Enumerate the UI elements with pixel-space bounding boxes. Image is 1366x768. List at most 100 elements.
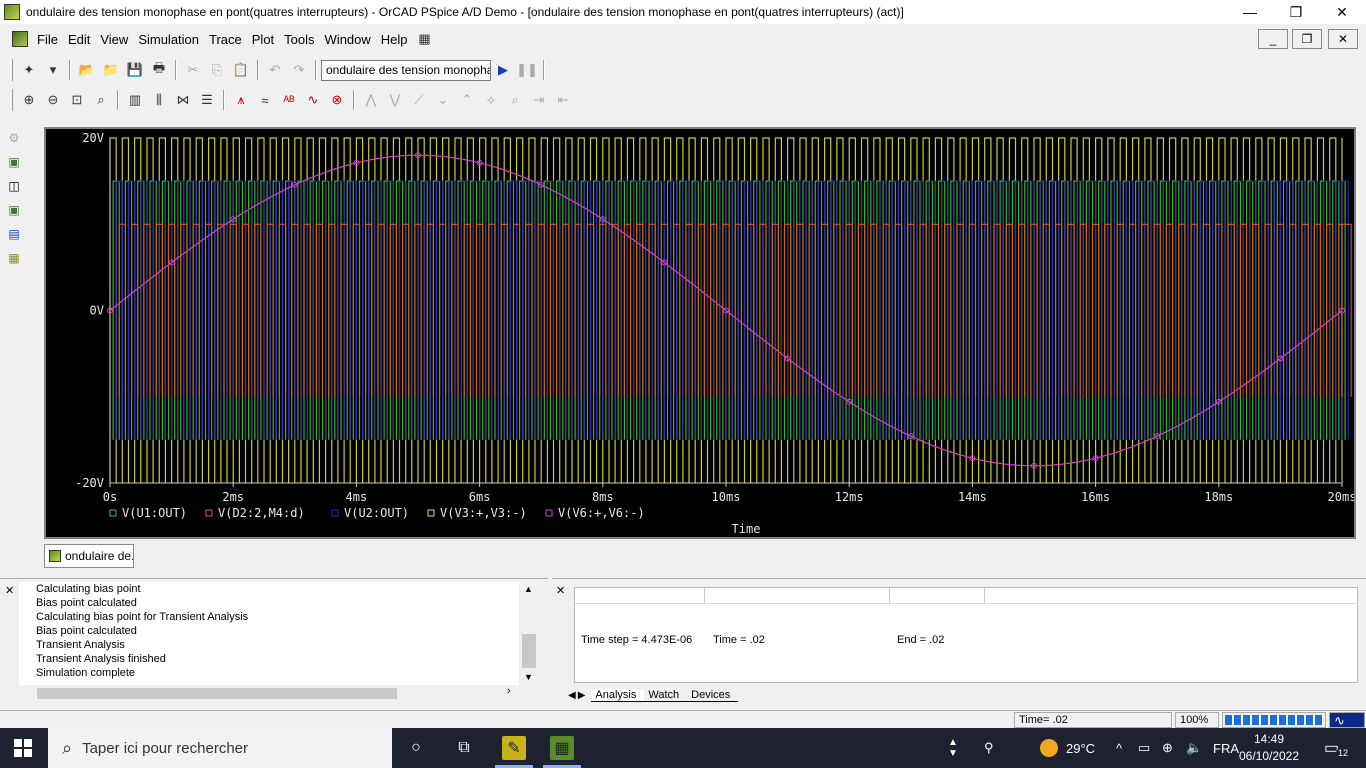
menu-plot[interactable]: Plot [247, 32, 279, 47]
tab-devices[interactable]: Devices [687, 689, 739, 702]
redo-icon[interactable]: ↷ [288, 59, 310, 81]
menu-view[interactable]: View [95, 32, 133, 47]
document-icon[interactable] [12, 31, 28, 47]
people-icon[interactable]: ⚲ [984, 728, 994, 768]
pane-close-icon[interactable]: ✕ [5, 584, 14, 597]
print-icon[interactable]: 🖶 [148, 59, 170, 81]
log-horizontal-scrollbar[interactable]: › [19, 685, 519, 701]
log-x-icon[interactable]: ▥ [124, 89, 146, 111]
capture-app-icon[interactable]: ✎ [502, 736, 526, 760]
pane-close-icon[interactable]: ✕ [556, 584, 565, 597]
schematic-icon[interactable]: ▦ [4, 248, 24, 268]
toolbar-grip[interactable] [10, 89, 13, 111]
scroll-thumb[interactable] [522, 634, 536, 668]
cut-icon[interactable]: ✂ [182, 59, 204, 81]
mdi-close-button[interactable]: ✕ [1328, 29, 1358, 49]
clock[interactable]: 14:49 06/10/2022 [1234, 731, 1304, 765]
save-icon[interactable]: 💾 [124, 59, 146, 81]
open-icon[interactable]: 📂 [76, 59, 98, 81]
text-label-icon[interactable]: ᴬᴮ [278, 89, 300, 111]
legend-marker [205, 509, 213, 517]
zoom-in-icon[interactable]: ⊕ [18, 89, 40, 111]
menu-tools[interactable]: Tools [279, 32, 319, 47]
voltage-marker-icon[interactable]: ▣ [4, 152, 24, 172]
add-trace-icon[interactable]: ⩚ [230, 89, 252, 111]
menu-edit[interactable]: Edit [63, 32, 95, 47]
cursor-min-icon[interactable]: ⌄ [432, 89, 454, 111]
cortana-icon[interactable]: ○ [404, 736, 428, 760]
gear-icon[interactable]: ⚙ [4, 128, 24, 148]
cursor-search-icon[interactable]: ⌕ [504, 89, 526, 111]
zoom-fit-icon[interactable]: ⌕ [90, 89, 112, 111]
menu-help[interactable]: Help [376, 32, 413, 47]
undo-icon[interactable]: ↶ [264, 59, 286, 81]
power-marker-icon[interactable]: ▣ [4, 200, 24, 220]
x-tick-label: 20ms [1328, 490, 1354, 504]
toolbar-grip[interactable] [10, 59, 13, 81]
task-view-icon[interactable]: ⧉ [452, 736, 476, 760]
fourier-icon[interactable]: ⫼ [148, 89, 170, 111]
close-button[interactable]: ✕ [1319, 0, 1365, 24]
next-transition-icon[interactable]: ⇥ [528, 89, 550, 111]
notification-icon[interactable]: ▭ 12 [1324, 728, 1351, 768]
copy-icon[interactable]: ⎘ [206, 59, 228, 81]
battery-icon[interactable]: ▭ [1138, 728, 1150, 768]
log-y-icon[interactable]: ☰ [196, 89, 218, 111]
eval-goal-icon[interactable]: ≈ [254, 89, 276, 111]
volume-icon[interactable]: 🔈 [1186, 728, 1202, 768]
document-tab[interactable]: ondulaire de... [44, 544, 134, 568]
probe-plot-window[interactable]: 20V 0V -20V 0s 2ms 4ms 6ms 8ms 10ms 12ms 14ms 16ms 1… [44, 127, 1356, 539]
whats-this-icon[interactable]: ▦ [414, 28, 436, 50]
current-marker-icon[interactable]: ◫ [4, 176, 24, 196]
tab-analysis[interactable]: Analysis [591, 688, 645, 702]
menu-file[interactable]: File [32, 32, 63, 47]
cursor-slope-icon[interactable]: ⟋ [408, 89, 430, 111]
simulation-profile-select[interactable]: ondulaire des tension monophase [321, 59, 491, 81]
scroll-right-icon[interactable]: › [507, 685, 511, 697]
tab-next-icon[interactable]: ▶ [578, 690, 586, 701]
cursor-max-icon[interactable]: ⌃ [456, 89, 478, 111]
run-icon[interactable]: ▶ [492, 59, 514, 81]
zoom-out-icon[interactable]: ⊖ [42, 89, 64, 111]
windows-start-icon[interactable] [14, 739, 32, 757]
toggle-cursor-icon[interactable]: ⊗ [326, 89, 348, 111]
scroll-up-icon[interactable]: ▲ [524, 584, 533, 594]
open-folder-icon[interactable]: 📁 [100, 59, 122, 81]
previous-transition-icon[interactable]: ⇤ [552, 89, 574, 111]
show-hidden-icons[interactable]: ^ [1116, 728, 1122, 768]
plot-canvas[interactable]: 20V 0V -20V0s 2ms 4ms 6ms 8ms 10ms 12ms 14ms 16ms 1… [46, 129, 1354, 537]
mdi-restore-button[interactable]: ❐ [1292, 29, 1322, 49]
mdi-minimize-button[interactable]: _ [1258, 29, 1288, 49]
left-toolbar: ⚙ ▣ ◫ ▣ ▤ ▦ [0, 126, 28, 546]
zoom-area-icon[interactable]: ⊡ [66, 89, 88, 111]
paste-icon[interactable]: 📋 [230, 59, 252, 81]
dropdown-arrow-icon[interactable]: ▾ [42, 59, 64, 81]
scroll-thumb[interactable] [37, 688, 397, 699]
new-icon[interactable]: ✦ [18, 59, 40, 81]
scroll-down-icon[interactable]: ▼ [524, 672, 533, 682]
log-vertical-scrollbar[interactable]: ▲ ▼ [520, 582, 538, 686]
app-icon [4, 4, 20, 20]
cursor-peak-icon[interactable]: ⋀ [360, 89, 382, 111]
tab-watch[interactable]: Watch [644, 689, 688, 702]
cursor-point-icon[interactable]: ⟡ [480, 89, 502, 111]
menu-window[interactable]: Window [320, 32, 376, 47]
log-line: Simulation complete [36, 667, 136, 679]
legend-label: V(V3:+,V3:-) [440, 506, 527, 520]
menu-simulation[interactable]: Simulation [133, 32, 204, 47]
pspice-app-icon[interactable]: ▦ [550, 736, 574, 760]
cursor-trough-icon[interactable]: ⋁ [384, 89, 406, 111]
weather-widget[interactable]: 29°C [1040, 728, 1095, 768]
maximize-button[interactable]: ❐ [1273, 0, 1319, 24]
taskbar-search[interactable]: ⌕ Taper ici pour rechercher [48, 728, 392, 768]
mark-data-icon[interactable]: ∿ [302, 89, 324, 111]
network-icon[interactable]: ⊕ [1162, 728, 1173, 768]
tab-prev-icon[interactable]: ◀ [568, 690, 576, 701]
netlist-icon[interactable]: ▤ [4, 224, 24, 244]
minimize-button[interactable]: — [1227, 0, 1273, 24]
menu-trace[interactable]: Trace [204, 32, 247, 47]
performance-icon[interactable]: ⋈ [172, 89, 194, 111]
separator [353, 90, 355, 110]
tray-scroll[interactable]: ▲ ▼ [948, 728, 958, 768]
pause-icon[interactable]: ❚❚ [516, 59, 538, 81]
